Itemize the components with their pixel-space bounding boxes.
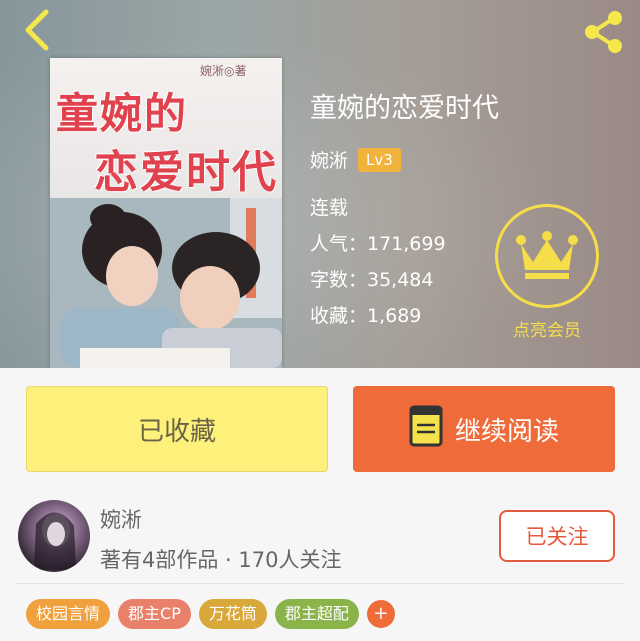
serial-status: 连载 — [310, 197, 349, 219]
cover-title-line2: 恋爱时代 — [94, 147, 278, 198]
tag-item[interactable]: 万花筒 — [198, 599, 267, 629]
vip-circle — [495, 204, 599, 308]
cover-author-mark: 婉淅◎著 — [200, 64, 247, 78]
crown-icon — [516, 231, 578, 279]
share-icon — [585, 11, 622, 53]
vip-button[interactable]: 点亮会员 — [492, 204, 602, 341]
vip-label: 点亮会员 — [513, 321, 581, 341]
writer-name[interactable]: 婉淅 — [100, 504, 142, 534]
author-name[interactable]: 婉淅 — [310, 146, 348, 173]
writer-avatar[interactable] — [18, 500, 90, 572]
follow-label: 已关注 — [525, 525, 589, 549]
back-button[interactable] — [18, 8, 58, 52]
level-badge: Lv3 — [358, 147, 401, 172]
follow-button[interactable]: 已关注 — [499, 510, 615, 562]
favorites-stat: 收藏：1,689 — [310, 305, 422, 327]
tag-list: 校园言情 郡主CP 万花筒 郡主超配 + — [26, 599, 395, 629]
book-title: 童婉的恋爱时代 — [310, 93, 499, 124]
word-count-stat: 字数：35,484 — [310, 269, 434, 291]
author-row: 婉淅 Lv3 — [310, 146, 401, 173]
cover-title-line1: 童婉的 — [56, 89, 189, 138]
writer-stats: 著有4部作品 · 170人关注 — [100, 548, 342, 572]
continue-reading-label: 继续阅读 — [454, 416, 559, 447]
tag-item[interactable]: 郡主CP — [118, 599, 191, 629]
cover-illustration — [50, 198, 282, 368]
add-tag-button[interactable]: + — [366, 600, 395, 628]
book-icon — [409, 405, 443, 454]
avatar-portrait — [34, 512, 76, 570]
continue-reading-button[interactable]: 继续阅读 — [353, 386, 615, 472]
book-cover[interactable]: 婉淅◎著 童婉的 恋爱时代 — [50, 58, 282, 368]
book-header: 婉淅◎著 童婉的 恋爱时代 童婉的恋爱时代 婉淅 Lv3 连载 人气：171,6… — [0, 0, 640, 368]
share-button[interactable] — [580, 8, 628, 56]
tag-item[interactable]: 郡主超配 — [274, 599, 359, 629]
chevron-left-icon — [25, 9, 49, 51]
favorited-button[interactable]: 已收藏 — [26, 386, 328, 472]
divider — [16, 583, 624, 584]
popularity-stat: 人气：171,699 — [310, 233, 446, 255]
favorited-label: 已收藏 — [137, 416, 216, 447]
tag-item[interactable]: 校园言情 — [26, 599, 111, 629]
